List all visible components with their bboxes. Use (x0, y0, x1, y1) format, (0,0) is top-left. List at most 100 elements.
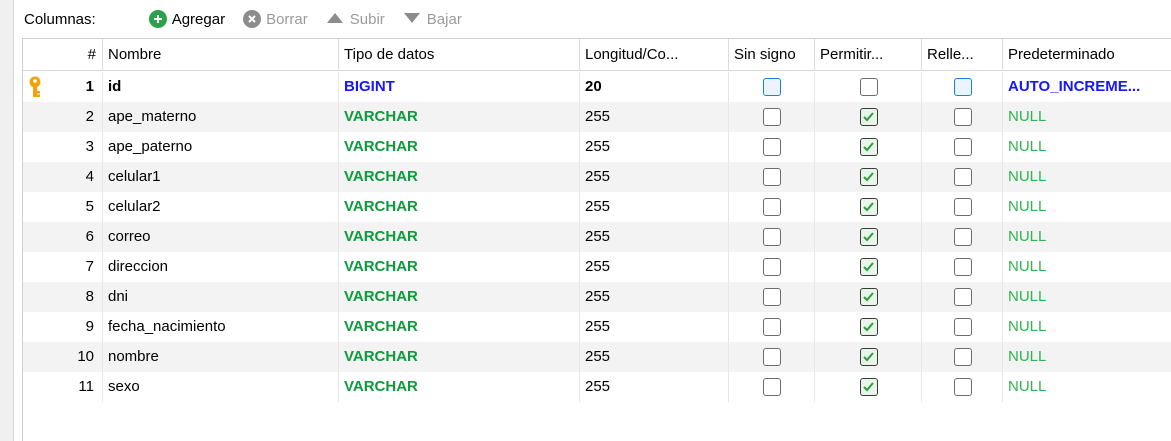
cell-type[interactable]: VARCHAR (339, 282, 580, 312)
cell-unsigned[interactable] (729, 132, 815, 162)
cell-length[interactable]: 255 (580, 282, 729, 312)
checkbox-zerofill[interactable] (954, 288, 972, 306)
cell-type[interactable]: BIGINT (339, 72, 580, 102)
checkbox-allow-null[interactable] (860, 288, 878, 306)
checkbox-unsigned[interactable] (763, 378, 781, 396)
cell-allow-null[interactable] (815, 102, 922, 132)
cell-name[interactable]: sexo (103, 372, 339, 402)
cell-name[interactable]: fecha_nacimiento (103, 312, 339, 342)
table-row[interactable]: 10 nombre VARCHAR 255 NULL (23, 342, 1171, 372)
checkbox-allow-null[interactable] (860, 138, 878, 156)
checkbox-unsigned[interactable] (763, 348, 781, 366)
cell-default[interactable]: NULL (1003, 252, 1171, 282)
header-allow-null[interactable]: Permitir... (815, 39, 922, 71)
cell-num[interactable]: 5 (23, 192, 103, 222)
checkbox-zerofill[interactable] (954, 258, 972, 276)
cell-name[interactable]: dni (103, 282, 339, 312)
checkbox-unsigned[interactable] (763, 138, 781, 156)
cell-num[interactable]: 1 (23, 72, 103, 102)
cell-default[interactable]: NULL (1003, 162, 1171, 192)
cell-num[interactable]: 4 (23, 162, 103, 192)
cell-length[interactable]: 255 (580, 102, 729, 132)
cell-unsigned[interactable] (729, 282, 815, 312)
checkbox-allow-null[interactable] (860, 198, 878, 216)
cell-zerofill[interactable] (922, 282, 1003, 312)
checkbox-unsigned[interactable] (763, 228, 781, 246)
checkbox-unsigned[interactable] (763, 168, 781, 186)
cell-allow-null[interactable] (815, 222, 922, 252)
table-row[interactable]: 1 id BIGINT 20 AUTO_INCREME... (23, 72, 1171, 102)
cell-allow-null[interactable] (815, 342, 922, 372)
cell-default[interactable]: AUTO_INCREME... (1003, 72, 1171, 102)
header-name[interactable]: Nombre (103, 39, 339, 71)
cell-default[interactable]: NULL (1003, 222, 1171, 252)
cell-allow-null[interactable] (815, 282, 922, 312)
cell-allow-null[interactable] (815, 72, 922, 102)
cell-allow-null[interactable] (815, 162, 922, 192)
cell-default[interactable]: NULL (1003, 342, 1171, 372)
checkbox-zerofill[interactable] (954, 348, 972, 366)
cell-type[interactable]: VARCHAR (339, 102, 580, 132)
cell-name[interactable]: ape_materno (103, 102, 339, 132)
checkbox-unsigned[interactable] (763, 288, 781, 306)
cell-num[interactable]: 6 (23, 222, 103, 252)
cell-allow-null[interactable] (815, 132, 922, 162)
cell-name[interactable]: celular2 (103, 192, 339, 222)
cell-name[interactable]: celular1 (103, 162, 339, 192)
cell-default[interactable]: NULL (1003, 282, 1171, 312)
cell-default[interactable]: NULL (1003, 132, 1171, 162)
cell-unsigned[interactable] (729, 222, 815, 252)
move-down-button[interactable]: Bajar (403, 11, 462, 28)
cell-zerofill[interactable] (922, 102, 1003, 132)
cell-unsigned[interactable] (729, 252, 815, 282)
cell-length[interactable]: 255 (580, 372, 729, 402)
table-row[interactable]: 3 ape_paterno VARCHAR 255 NULL (23, 132, 1171, 162)
cell-zerofill[interactable] (922, 162, 1003, 192)
checkbox-allow-null[interactable] (860, 78, 878, 96)
cell-default[interactable]: NULL (1003, 192, 1171, 222)
cell-length[interactable]: 255 (580, 132, 729, 162)
checkbox-zerofill[interactable] (954, 378, 972, 396)
table-row[interactable]: 4 celular1 VARCHAR 255 NULL (23, 162, 1171, 192)
cell-unsigned[interactable] (729, 162, 815, 192)
table-row[interactable]: 7 direccion VARCHAR 255 NULL (23, 252, 1171, 282)
cell-type[interactable]: VARCHAR (339, 252, 580, 282)
cell-zerofill[interactable] (922, 342, 1003, 372)
cell-zerofill[interactable] (922, 372, 1003, 402)
cell-length[interactable]: 255 (580, 222, 729, 252)
cell-zerofill[interactable] (922, 312, 1003, 342)
cell-name[interactable]: direccion (103, 252, 339, 282)
table-row[interactable]: 2 ape_materno VARCHAR 255 NULL (23, 102, 1171, 132)
checkbox-allow-null[interactable] (860, 228, 878, 246)
checkbox-allow-null[interactable] (860, 258, 878, 276)
cell-zerofill[interactable] (922, 222, 1003, 252)
cell-type[interactable]: VARCHAR (339, 372, 580, 402)
cell-default[interactable]: NULL (1003, 102, 1171, 132)
cell-unsigned[interactable] (729, 372, 815, 402)
cell-num[interactable]: 8 (23, 282, 103, 312)
cell-length[interactable]: 255 (580, 342, 729, 372)
checkbox-allow-null[interactable] (860, 318, 878, 336)
cell-length[interactable]: 20 (580, 72, 729, 102)
cell-name[interactable]: id (103, 72, 339, 102)
header-length[interactable]: Longitud/Co... (580, 39, 729, 71)
checkbox-unsigned[interactable] (763, 318, 781, 336)
cell-default[interactable]: NULL (1003, 312, 1171, 342)
cell-unsigned[interactable] (729, 102, 815, 132)
checkbox-zerofill[interactable] (954, 228, 972, 246)
checkbox-allow-null[interactable] (860, 348, 878, 366)
table-row[interactable]: 11 sexo VARCHAR 255 NULL (23, 372, 1171, 402)
cell-name[interactable]: ape_paterno (103, 132, 339, 162)
table-row[interactable]: 9 fecha_nacimiento VARCHAR 255 NULL (23, 312, 1171, 342)
cell-num[interactable]: 10 (23, 342, 103, 372)
add-column-button[interactable]: Agregar (148, 10, 225, 28)
table-row[interactable]: 8 dni VARCHAR 255 NULL (23, 282, 1171, 312)
header-default[interactable]: Predeterminado (1003, 39, 1171, 71)
checkbox-zerofill[interactable] (954, 78, 972, 96)
checkbox-unsigned[interactable] (763, 198, 781, 216)
header-zerofill[interactable]: Relle... (922, 39, 1003, 71)
header-type[interactable]: Tipo de datos (339, 39, 580, 71)
cell-default[interactable]: NULL (1003, 372, 1171, 402)
cell-name[interactable]: correo (103, 222, 339, 252)
cell-type[interactable]: VARCHAR (339, 132, 580, 162)
